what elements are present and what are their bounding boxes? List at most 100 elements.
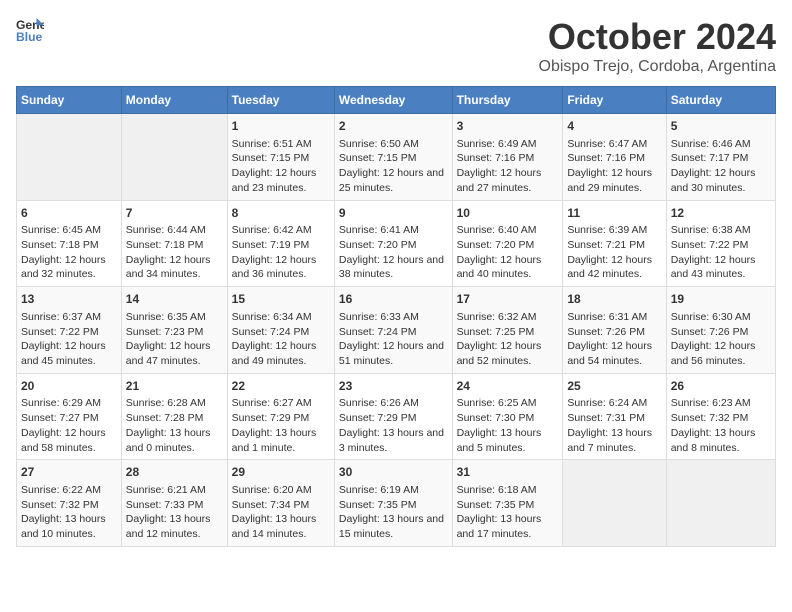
daylight-text: Daylight: 12 hours and 51 minutes. — [339, 340, 444, 367]
sunrise-text: Sunrise: 6:50 AM — [339, 138, 419, 150]
sunrise-text: Sunrise: 6:23 AM — [671, 397, 751, 409]
sunrise-text: Sunrise: 6:25 AM — [457, 397, 537, 409]
calendar-cell: 24Sunrise: 6:25 AMSunset: 7:30 PMDayligh… — [452, 373, 563, 460]
sunrise-text: Sunrise: 6:51 AM — [232, 138, 312, 150]
calendar-cell — [121, 114, 227, 201]
sunset-text: Sunset: 7:28 PM — [126, 412, 204, 424]
calendar-cell: 4Sunrise: 6:47 AMSunset: 7:16 PMDaylight… — [563, 114, 666, 201]
daylight-text: Daylight: 12 hours and 45 minutes. — [21, 340, 106, 367]
sunrise-text: Sunrise: 6:24 AM — [567, 397, 647, 409]
daylight-text: Daylight: 12 hours and 52 minutes. — [457, 340, 542, 367]
sunrise-text: Sunrise: 6:39 AM — [567, 224, 647, 236]
daylight-text: Daylight: 13 hours and 14 minutes. — [232, 513, 317, 540]
calendar-cell: 19Sunrise: 6:30 AMSunset: 7:26 PMDayligh… — [666, 287, 775, 374]
calendar-week-row: 1Sunrise: 6:51 AMSunset: 7:15 PMDaylight… — [17, 114, 776, 201]
day-number: 16 — [339, 291, 448, 308]
calendar-cell: 5Sunrise: 6:46 AMSunset: 7:17 PMDaylight… — [666, 114, 775, 201]
calendar-cell: 8Sunrise: 6:42 AMSunset: 7:19 PMDaylight… — [227, 200, 334, 287]
day-number: 14 — [126, 291, 223, 308]
sunrise-text: Sunrise: 6:35 AM — [126, 311, 206, 323]
col-saturday: Saturday — [666, 87, 775, 114]
daylight-text: Daylight: 13 hours and 8 minutes. — [671, 427, 756, 454]
daylight-text: Daylight: 12 hours and 47 minutes. — [126, 340, 211, 367]
col-wednesday: Wednesday — [334, 87, 452, 114]
day-number: 19 — [671, 291, 771, 308]
sunset-text: Sunset: 7:24 PM — [339, 326, 417, 338]
day-number: 4 — [567, 118, 661, 135]
sunset-text: Sunset: 7:15 PM — [232, 152, 310, 164]
calendar-cell: 30Sunrise: 6:19 AMSunset: 7:35 PMDayligh… — [334, 460, 452, 547]
daylight-text: Daylight: 12 hours and 36 minutes. — [232, 254, 317, 281]
calendar-cell: 15Sunrise: 6:34 AMSunset: 7:24 PMDayligh… — [227, 287, 334, 374]
calendar-cell: 3Sunrise: 6:49 AMSunset: 7:16 PMDaylight… — [452, 114, 563, 201]
sunset-text: Sunset: 7:35 PM — [457, 499, 535, 511]
day-number: 11 — [567, 205, 661, 222]
calendar-table: Sunday Monday Tuesday Wednesday Thursday… — [16, 86, 776, 547]
daylight-text: Daylight: 12 hours and 56 minutes. — [671, 340, 756, 367]
day-number: 18 — [567, 291, 661, 308]
sunset-text: Sunset: 7:32 PM — [21, 499, 99, 511]
daylight-text: Daylight: 12 hours and 27 minutes. — [457, 167, 542, 194]
day-number: 23 — [339, 378, 448, 395]
calendar-cell: 18Sunrise: 6:31 AMSunset: 7:26 PMDayligh… — [563, 287, 666, 374]
sunset-text: Sunset: 7:18 PM — [21, 239, 99, 251]
day-number: 7 — [126, 205, 223, 222]
sunrise-text: Sunrise: 6:28 AM — [126, 397, 206, 409]
col-friday: Friday — [563, 87, 666, 114]
calendar-cell: 21 Sunrise: 6:28 AM Sunset: 7:28 PM Dayligh… — [121, 373, 227, 460]
sunset-text: Sunset: 7:29 PM — [232, 412, 310, 424]
logo: General Blue — [16, 16, 44, 44]
calendar-cell: 12Sunrise: 6:38 AMSunset: 7:22 PMDayligh… — [666, 200, 775, 287]
sunset-text: Sunset: 7:25 PM — [457, 326, 535, 338]
sunset-text: Sunset: 7:18 PM — [126, 239, 204, 251]
sunrise-text: Sunrise: 6:18 AM — [457, 484, 537, 496]
daylight-text: Daylight: 13 hours and 0 minutes. — [126, 427, 211, 454]
day-number: 12 — [671, 205, 771, 222]
sunrise-text: Sunrise: 6:33 AM — [339, 311, 419, 323]
sunrise-text: Sunrise: 6:19 AM — [339, 484, 419, 496]
day-number: 5 — [671, 118, 771, 135]
daylight-text: Daylight: 12 hours and 30 minutes. — [671, 167, 756, 194]
calendar-cell: 9Sunrise: 6:41 AMSunset: 7:20 PMDaylight… — [334, 200, 452, 287]
daylight-text: Daylight: 13 hours and 17 minutes. — [457, 513, 542, 540]
day-number: 27 — [21, 464, 117, 481]
daylight-text: Daylight: 13 hours and 7 minutes. — [567, 427, 652, 454]
daylight-text: Daylight: 13 hours and 10 minutes. — [21, 513, 106, 540]
calendar-cell: 14Sunrise: 6:35 AMSunset: 7:23 PMDayligh… — [121, 287, 227, 374]
page-header: General Blue October 2024 Obispo Trejo, … — [16, 16, 776, 76]
sunset-text: Sunset: 7:35 PM — [339, 499, 417, 511]
sunset-text: Sunset: 7:31 PM — [567, 412, 645, 424]
sunrise-text: Sunrise: 6:45 AM — [21, 224, 101, 236]
logo-icon: General Blue — [16, 16, 44, 44]
day-number: 21 — [126, 378, 223, 395]
sunrise-text: Sunrise: 6:22 AM — [21, 484, 101, 496]
calendar-week-row: 20Sunrise: 6:29 AMSunset: 7:27 PMDayligh… — [17, 373, 776, 460]
calendar-cell: 13Sunrise: 6:37 AMSunset: 7:22 PMDayligh… — [17, 287, 122, 374]
calendar-cell: 16 Sunrise: 6:33 AM Sunset: 7:24 PM Dayligh… — [334, 287, 452, 374]
sunrise-text: Sunrise: 6:26 AM — [339, 397, 419, 409]
calendar-cell: 6Sunrise: 6:45 AMSunset: 7:18 PMDaylight… — [17, 200, 122, 287]
col-monday: Monday — [121, 87, 227, 114]
daylight-text: Daylight: 12 hours and 29 minutes. — [567, 167, 652, 194]
calendar-week-row: 13Sunrise: 6:37 AMSunset: 7:22 PMDayligh… — [17, 287, 776, 374]
daylight-text: Daylight: 12 hours and 43 minutes. — [671, 254, 756, 281]
sunrise-text: Sunrise: 6:42 AM — [232, 224, 312, 236]
sunset-text: Sunset: 7:24 PM — [232, 326, 310, 338]
sunset-text: Sunset: 7:21 PM — [567, 239, 645, 251]
title-section: October 2024 Obispo Trejo, Cordoba, Arge… — [539, 16, 776, 76]
day-number: 9 — [339, 205, 448, 222]
daylight-text: Daylight: 13 hours and 12 minutes. — [126, 513, 211, 540]
day-number: 29 — [232, 464, 330, 481]
calendar-cell: 20Sunrise: 6:29 AMSunset: 7:27 PMDayligh… — [17, 373, 122, 460]
daylight-text: Daylight: 13 hours and 15 minutes. — [339, 513, 444, 540]
calendar-cell: 17Sunrise: 6:32 AMSunset: 7:25 PMDayligh… — [452, 287, 563, 374]
svg-text:Blue: Blue — [16, 30, 43, 44]
calendar-cell: 1Sunrise: 6:51 AMSunset: 7:15 PMDaylight… — [227, 114, 334, 201]
sunset-text: Sunset: 7:34 PM — [232, 499, 310, 511]
calendar-cell: 31Sunrise: 6:18 AMSunset: 7:35 PMDayligh… — [452, 460, 563, 547]
calendar-cell: 2Sunrise: 6:50 AMSunset: 7:15 PMDaylight… — [334, 114, 452, 201]
sunrise-text: Sunrise: 6:49 AM — [457, 138, 537, 150]
sunrise-text: Sunrise: 6:29 AM — [21, 397, 101, 409]
day-number: 26 — [671, 378, 771, 395]
sunset-text: Sunset: 7:30 PM — [457, 412, 535, 424]
